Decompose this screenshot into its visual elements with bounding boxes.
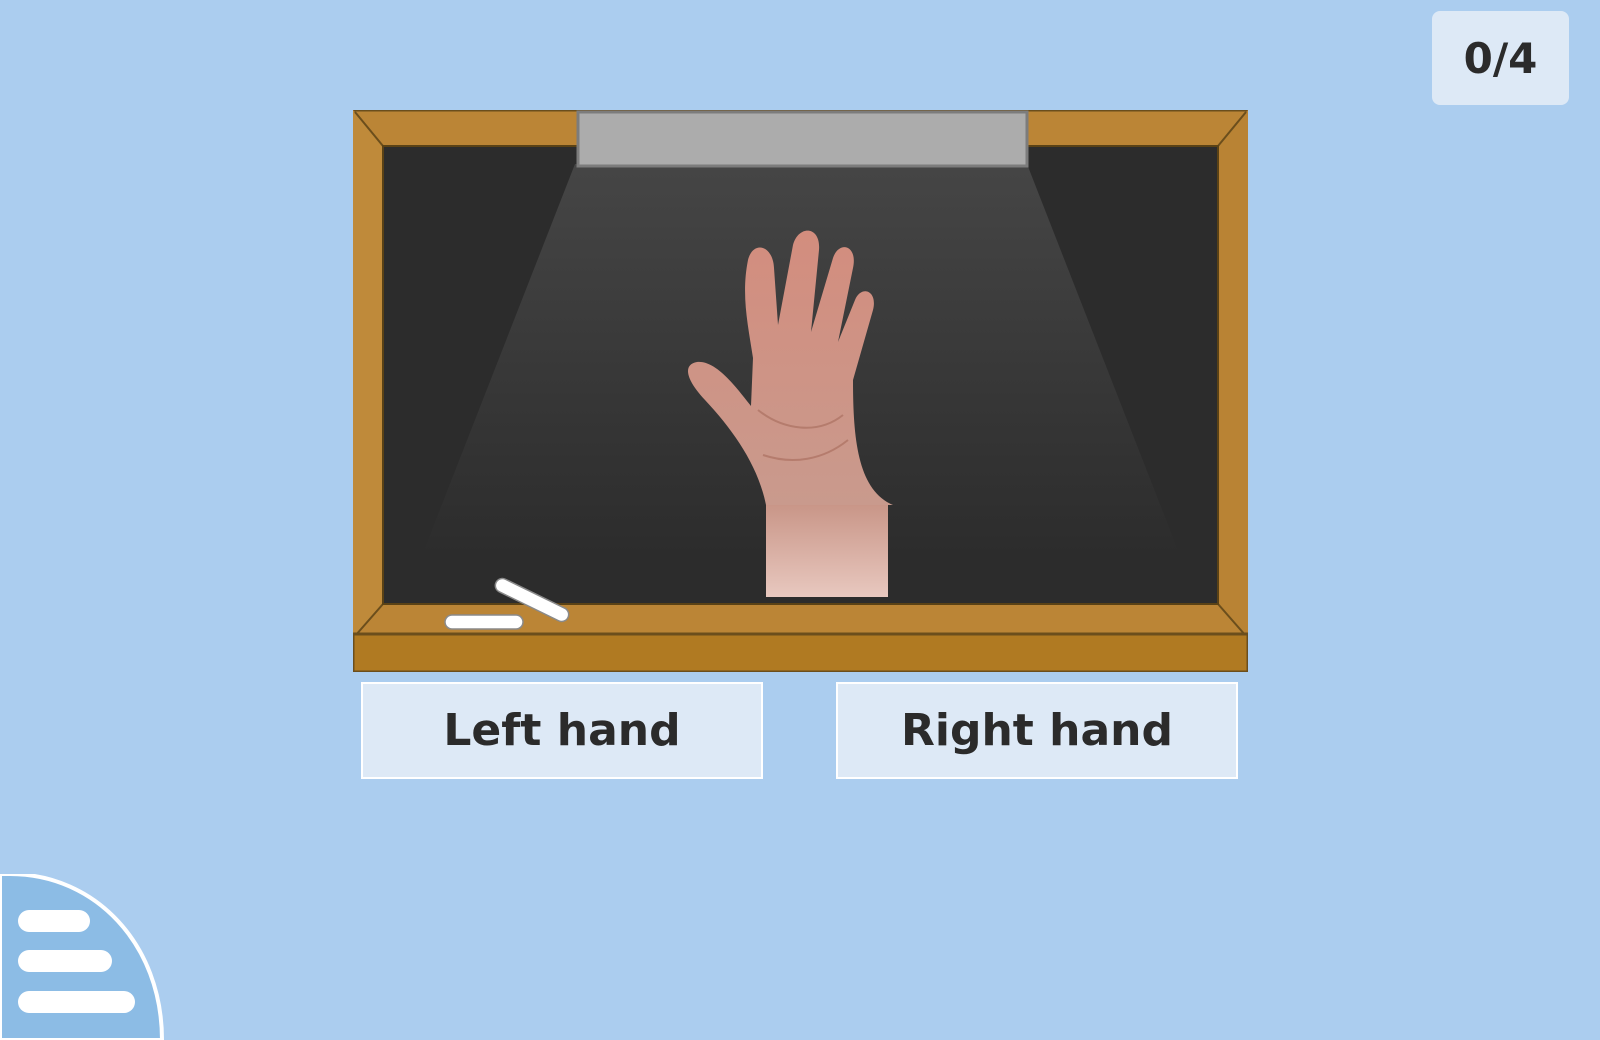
left-hand-button[interactable]: Left hand: [361, 682, 763, 779]
lamp: [576, 110, 1029, 168]
score-counter: 0/4: [1432, 11, 1569, 105]
chalkboard: [353, 110, 1248, 672]
right-hand-button[interactable]: Right hand: [836, 682, 1238, 779]
game-stage: 0/4 Left hand Right hand: [0, 0, 1600, 1040]
menu-icon: [0, 874, 165, 1040]
menu-button[interactable]: [0, 874, 165, 1040]
